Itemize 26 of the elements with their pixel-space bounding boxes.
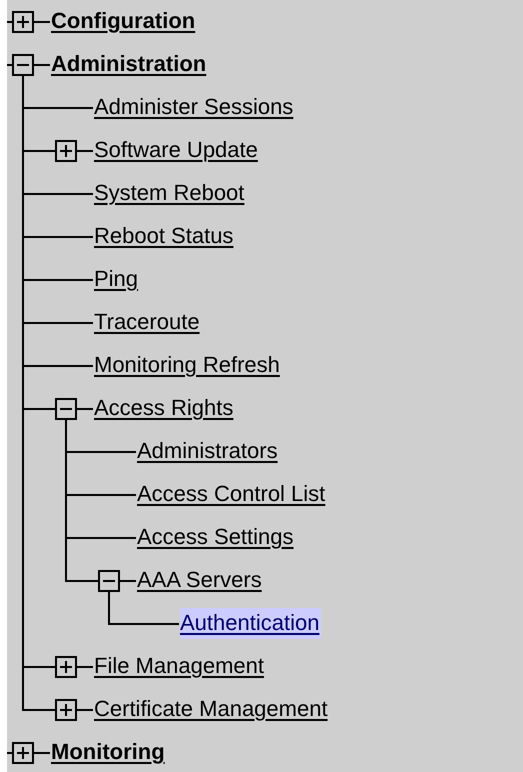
tree-link[interactable]: Administration bbox=[51, 49, 208, 80]
tree-link[interactable]: Administer Sessions bbox=[94, 92, 296, 123]
expand-icon[interactable] bbox=[12, 11, 34, 33]
tree-link[interactable]: Configuration bbox=[51, 6, 198, 37]
tree-link[interactable]: Software Update bbox=[94, 135, 260, 166]
tree-link[interactable]: File Management bbox=[94, 651, 266, 682]
expand-icon[interactable] bbox=[55, 699, 77, 721]
tree-link[interactable]: Monitoring bbox=[51, 737, 167, 768]
tree-link[interactable]: Administrators bbox=[137, 436, 280, 467]
tree-link[interactable]: Traceroute bbox=[94, 307, 202, 338]
tree-link[interactable]: Reboot Status bbox=[94, 221, 236, 252]
tree-link[interactable]: Access Rights bbox=[94, 393, 236, 424]
tree-link[interactable]: Monitoring Refresh bbox=[94, 350, 282, 381]
collapse-icon[interactable] bbox=[55, 398, 77, 420]
expand-icon[interactable] bbox=[55, 140, 77, 162]
collapse-icon[interactable] bbox=[98, 570, 120, 592]
expand-icon[interactable] bbox=[55, 656, 77, 678]
tree-link[interactable]: Access Settings bbox=[137, 522, 296, 553]
tree-link[interactable]: Ping bbox=[94, 264, 140, 295]
tree-link[interactable]: Authentication bbox=[180, 608, 322, 639]
tree-link[interactable]: AAA Servers bbox=[137, 565, 264, 596]
tree-link[interactable]: Access Control List bbox=[137, 479, 328, 510]
tree-link[interactable]: System Reboot bbox=[94, 178, 246, 209]
collapse-icon[interactable] bbox=[12, 54, 34, 76]
tree-link[interactable]: Certificate Management bbox=[94, 694, 330, 725]
expand-icon[interactable] bbox=[12, 742, 34, 764]
